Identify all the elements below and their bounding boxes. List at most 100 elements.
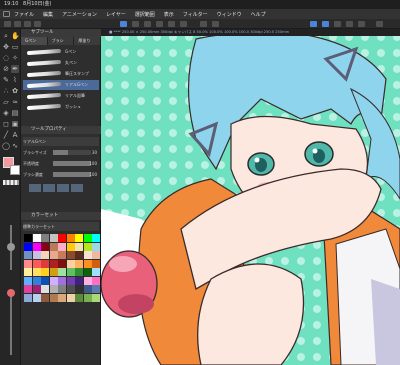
color-swatch[interactable] [24, 293, 32, 302]
home-icon[interactable] [4, 21, 11, 27]
color-swatch[interactable] [49, 268, 58, 276]
tab-brush[interactable]: ブラシ [47, 37, 75, 45]
color-swatch[interactable] [49, 276, 58, 285]
menu-filter[interactable]: フィルター [183, 11, 208, 18]
color-swatch[interactable] [66, 276, 75, 285]
menu-animation[interactable]: アニメーション [62, 11, 97, 18]
color-swatch[interactable] [32, 251, 41, 259]
color-swatch[interactable] [49, 251, 58, 259]
color-swatch[interactable] [58, 251, 66, 259]
brush-item[interactable]: 丸ペン [23, 58, 99, 68]
tab-gpen[interactable]: Gペン [21, 37, 48, 45]
fill-tool-icon[interactable]: ◈ [2, 109, 10, 117]
color-swatch[interactable] [41, 259, 49, 268]
color-swatch[interactable] [24, 268, 32, 276]
zoom-tool-icon[interactable]: ⌕ [2, 32, 10, 40]
clear-icon[interactable] [34, 21, 41, 27]
size-knob[interactable] [7, 243, 15, 251]
color-swatch[interactable] [75, 276, 83, 285]
grid-icon[interactable] [212, 21, 219, 27]
transparent-color-swatch[interactable] [3, 180, 19, 185]
opacity-knob[interactable] [7, 289, 15, 297]
menu-help[interactable]: ヘルプ [251, 11, 266, 18]
prop-density[interactable]: ブラシ濃度 100 [23, 170, 99, 179]
fit-icon[interactable] [180, 21, 187, 27]
color-swatch[interactable] [83, 293, 92, 302]
color-swatch[interactable] [83, 268, 92, 276]
color-swatch[interactable] [92, 242, 100, 251]
color-swatch[interactable] [49, 285, 58, 293]
color-swatch[interactable] [92, 268, 100, 276]
brush-item[interactable]: ガッシュ [23, 102, 99, 112]
decoration-tool-icon[interactable]: ✿ [11, 87, 19, 95]
menu-view[interactable]: 表示 [164, 11, 174, 18]
blend-tool-icon[interactable]: ≈ [11, 98, 19, 106]
color-swatch[interactable] [75, 234, 83, 242]
menu-selection[interactable]: 選択範囲 [135, 11, 155, 18]
color-swatch[interactable] [49, 259, 58, 268]
menu-layer[interactable]: レイヤー [106, 11, 126, 18]
color-swatch[interactable] [66, 242, 75, 251]
color-swatch[interactable] [24, 276, 32, 285]
color-swatch[interactable] [75, 259, 83, 268]
color-swatch[interactable] [32, 242, 41, 251]
color-swatch[interactable] [41, 285, 49, 293]
color-swatch[interactable] [83, 234, 92, 242]
color-swatch[interactable] [75, 268, 83, 276]
color-swatch[interactable] [58, 234, 66, 242]
eraser-tool-icon[interactable]: ▱ [2, 98, 10, 106]
color-swatch[interactable] [32, 293, 41, 302]
color-swatch[interactable] [58, 276, 66, 285]
color-swatch[interactable] [75, 251, 83, 259]
color-swatch[interactable] [58, 242, 66, 251]
ruler-tool-icon[interactable]: ╱ [2, 131, 10, 139]
color-swatch[interactable] [49, 293, 58, 302]
color-swatch[interactable] [92, 259, 100, 268]
color-swatch[interactable] [75, 293, 83, 302]
color-swatch[interactable] [49, 234, 58, 242]
pen-tool-icon[interactable]: ✒ [11, 65, 19, 73]
colorset-select[interactable]: 標準カラーセット [23, 222, 99, 231]
airbrush-tool-icon[interactable]: ∴ [2, 87, 10, 95]
menu-edit[interactable]: 編集 [43, 11, 53, 18]
color-swatch[interactable] [41, 242, 49, 251]
canvas-area[interactable] [101, 29, 400, 365]
color-swatch[interactable] [83, 285, 92, 293]
rotate-icon[interactable] [144, 21, 151, 27]
color-swatch[interactable] [66, 234, 75, 242]
color-swatch[interactable] [24, 285, 32, 293]
tip-preset[interactable] [43, 184, 55, 192]
tip-preset[interactable] [29, 184, 41, 192]
color-swatch[interactable] [75, 242, 83, 251]
color-swatch[interactable] [32, 276, 41, 285]
menu-window[interactable]: ウィンドウ [217, 11, 242, 18]
eyedropper-tool-icon[interactable]: ⊘ [2, 65, 10, 73]
color-swatch[interactable] [41, 293, 49, 302]
color-swatch[interactable] [58, 259, 66, 268]
color-swatch[interactable] [49, 242, 58, 251]
prop-opacity[interactable]: 不透明度 100 [23, 159, 99, 168]
brush-preset-2-icon[interactable] [322, 21, 329, 27]
color-swatch[interactable] [83, 251, 92, 259]
brush-item[interactable]: Gペン [23, 47, 99, 57]
color-swatch[interactable] [92, 234, 100, 242]
color-swatch[interactable] [83, 242, 92, 251]
brush-preset-4-icon[interactable] [346, 21, 353, 27]
menu-file[interactable]: ファイル [14, 11, 34, 18]
color-swatch[interactable] [24, 234, 32, 242]
color-swatch[interactable] [92, 276, 100, 285]
color-swatch[interactable] [58, 285, 66, 293]
color-swatch[interactable] [66, 293, 75, 302]
color-swatch[interactable] [41, 276, 49, 285]
color-swatch[interactable] [66, 268, 75, 276]
color-swatch[interactable] [24, 251, 32, 259]
balloon-tool-icon[interactable]: ◯ [2, 142, 10, 150]
app-icon[interactable] [3, 11, 10, 17]
text-tool-icon[interactable]: A [11, 131, 19, 139]
tip-preset[interactable] [71, 184, 83, 192]
color-swatch[interactable] [66, 259, 75, 268]
lasso-tool-icon[interactable]: ◌ [2, 54, 10, 62]
tab-thick[interactable]: 厚塗り [74, 37, 102, 45]
tip-preset[interactable] [57, 184, 69, 192]
color-swatch[interactable] [41, 251, 49, 259]
